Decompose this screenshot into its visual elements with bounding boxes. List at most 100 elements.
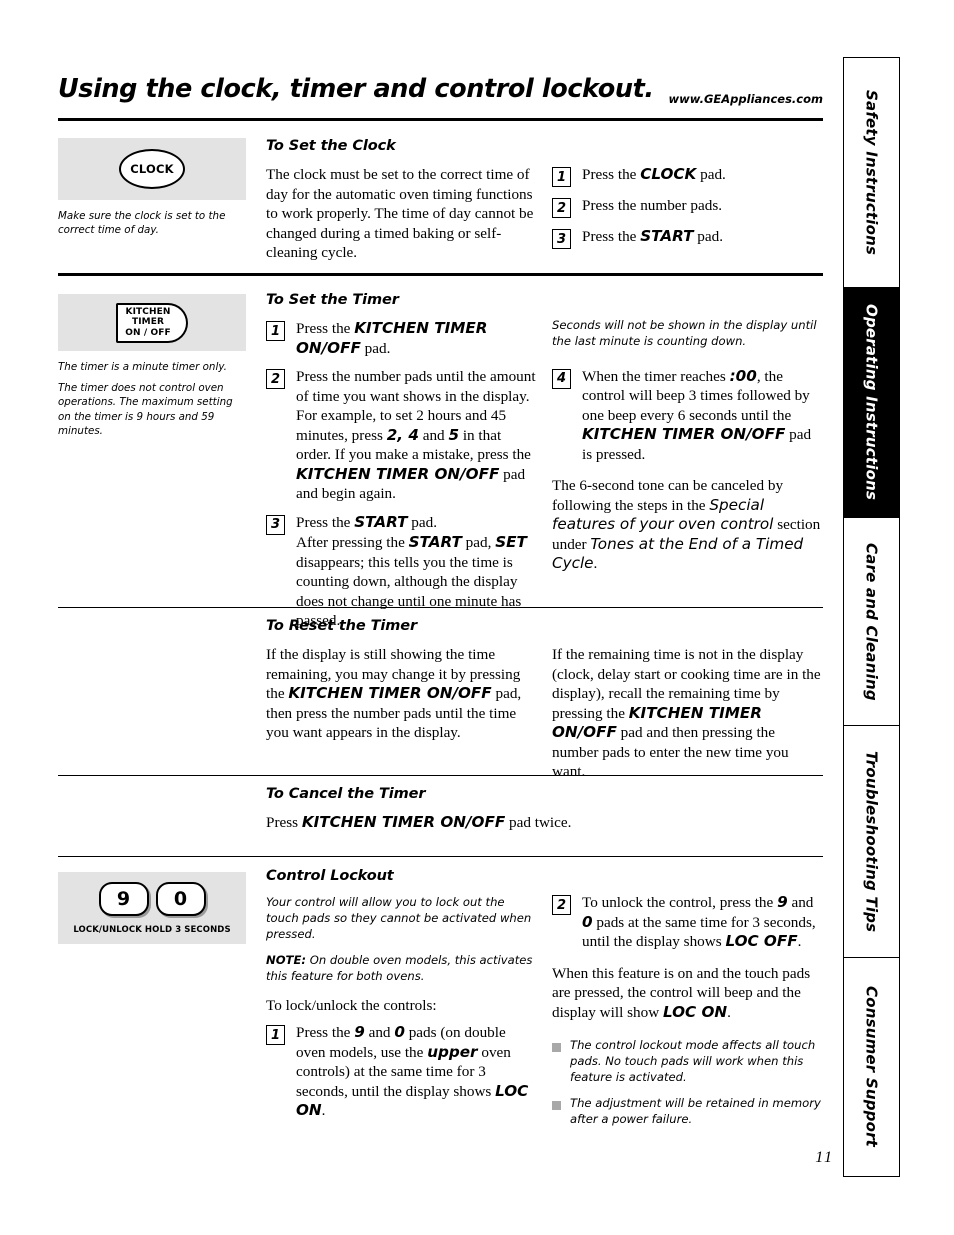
- kitchen-timer-pad-box: KITCHEN TIMER ON / OFF: [58, 294, 246, 351]
- step-number: 2: [552, 895, 571, 915]
- lockout1-emph-upper: upper: [427, 1042, 478, 1061]
- note-a: After pressing the: [296, 534, 409, 552]
- step-number: 3: [266, 514, 285, 535]
- clock-section-body: The clock must be set to the correct tim…: [266, 166, 534, 262]
- section-divider-3: [58, 775, 823, 776]
- step-emphasis: START: [640, 227, 694, 245]
- lockout-section-right: 2 To unlock the control, press the 9 and…: [552, 893, 824, 1139]
- lockout1-a: Press the: [296, 1024, 355, 1042]
- lockout-pad-caption: LOCK/UNLOCK HOLD 3 SECONDS: [73, 924, 231, 935]
- tab-label: Safety Instructions: [862, 89, 881, 256]
- number-pad-9[interactable]: 9: [98, 881, 149, 916]
- tone-note-emphasis-2: Tones at the End of a Timed Cycle: [552, 534, 804, 573]
- kitchen-timer-label-line3: ON / OFF: [125, 327, 171, 338]
- step-text-post: pad.: [693, 228, 723, 245]
- lockout2-emph-0: 0: [582, 912, 593, 931]
- step-emphasis-1: :00: [729, 366, 757, 385]
- kitchen-timer-pad-button[interactable]: KITCHEN TIMER ON / OFF: [116, 302, 188, 343]
- lockout2-emph-9: 9: [777, 893, 788, 911]
- lockout-bullet-1: The control lockout mode affects all tou…: [552, 1038, 824, 1085]
- step-number: 2: [552, 198, 571, 218]
- step-number: 1: [552, 167, 571, 187]
- lockout1-c: and: [364, 1024, 395, 1042]
- timer-tone-note: The 6-second tone can be canceled by fol…: [552, 476, 824, 574]
- step-number: 1: [266, 321, 285, 341]
- clock-pad-button[interactable]: CLOCK: [119, 149, 185, 189]
- square-bullet-icon: [552, 1101, 561, 1111]
- clock-pad-box: CLOCK: [58, 138, 246, 200]
- timer-step-3-note: After pressing the START pad, SET disapp…: [296, 533, 538, 631]
- step-text-a: When the timer reaches: [582, 367, 730, 385]
- timer-step-2: 2 Press the number pads until the amount…: [266, 367, 538, 504]
- step-text: Press the START pad.: [582, 227, 824, 247]
- step-emphasis-1: 2, 4: [386, 425, 419, 444]
- lockout2-emph-locoff: LOC OFF: [725, 932, 798, 951]
- step-emphasis: START: [354, 512, 408, 531]
- lockout-note-text: On double oven models, this activates th…: [266, 953, 533, 984]
- after-note-emphasis: LOC ON: [662, 1002, 728, 1021]
- clock-section-text: To Set the Clock The clock must be set t…: [266, 138, 538, 274]
- step-number: 1: [266, 1025, 285, 1046]
- reset-section-left: To Reset the Timer If the display is sti…: [266, 618, 538, 754]
- lockout-pad-art: 9 0 LOCK/UNLOCK HOLD 3 SECONDS: [58, 872, 250, 944]
- tab-label: Operating Instructions: [862, 304, 881, 501]
- step-text-a: Press the: [296, 320, 355, 337]
- reset-section-heading: To Reset the Timer: [266, 618, 418, 634]
- bullet-text: The control lockout mode affects all tou…: [570, 1038, 816, 1084]
- bullet-text: The adjustment will be retained in memor…: [570, 1096, 821, 1127]
- lockout2-c: and: [787, 894, 814, 911]
- step-text-c: pad.: [407, 513, 437, 531]
- lockout-section-heading: Control Lockout: [266, 868, 394, 884]
- kitchen-timer-label-line2: TIMER: [131, 317, 165, 328]
- timer-right-note: Seconds will not be shown in the display…: [552, 318, 817, 348]
- timer-side-note-1: The timer is a minute timer only.: [58, 361, 227, 373]
- note-c: pad,: [461, 534, 496, 552]
- lockout-intro: Your control will allow you to lock out …: [266, 895, 532, 941]
- manual-page: Using the clock, timer and control locko…: [0, 0, 954, 1235]
- sidebar-item-troubleshooting-tips[interactable]: Troubleshooting Tips: [843, 725, 900, 957]
- number-pad-0[interactable]: 0: [155, 881, 206, 916]
- reset-section-right-body: If the remaining time is not in the disp…: [552, 645, 824, 782]
- step-text-pre: Press the: [582, 166, 641, 183]
- step-emphasis-3: KITCHEN TIMER ON/OFF: [296, 464, 500, 483]
- step-text-post: pad.: [696, 166, 726, 183]
- reset-section-left-body: If the display is still showing the time…: [266, 645, 538, 743]
- website-url: www.GEAppliances.com: [668, 92, 823, 106]
- step-text: When the timer reaches :00, the control …: [582, 367, 824, 465]
- section-tabs: Safety Instructions Operating Instructio…: [843, 57, 900, 1177]
- clock-pad-art: CLOCK Make sure the clock is set to the …: [58, 138, 250, 237]
- sidebar-item-safety-instructions[interactable]: Safety Instructions: [843, 57, 900, 287]
- reset-section-right: If the remaining time is not in the disp…: [552, 645, 824, 793]
- step-emphasis-2: 5: [448, 425, 460, 444]
- step-number: 3: [552, 229, 571, 249]
- step-text: Press the 9 and 0 pads (on double oven m…: [296, 1023, 538, 1121]
- lockout-pad-row: 9 0: [98, 881, 206, 916]
- timer-section-heading: To Set the Timer: [266, 292, 399, 308]
- note-emphasis-1: START: [408, 533, 462, 552]
- lockout-lead-in: To lock/unlock the controls:: [266, 996, 437, 1014]
- step-number: 2: [266, 369, 285, 390]
- lockout-section-left: Control Lockout Your control will allow …: [266, 868, 538, 1130]
- cancel-emphasis: KITCHEN TIMER ON/OFF: [301, 813, 506, 831]
- clock-step-3: 3 Press the START pad.: [552, 227, 824, 249]
- step-text-c: and: [418, 426, 449, 444]
- clock-step-1: 1 Press the CLOCK pad.: [552, 165, 824, 187]
- clock-side-note: Make sure the clock is set to the correc…: [58, 210, 226, 237]
- step-emphasis-2: KITCHEN TIMER ON/OFF: [582, 425, 786, 444]
- step-text: Press the CLOCK pad.: [582, 165, 824, 185]
- clock-steps-list: 1 Press the CLOCK pad. 2 Press the numbe…: [552, 165, 824, 258]
- step-text: Press the KITCHEN TIMER ON/OFF pad.: [296, 319, 538, 358]
- lockout-note: NOTE: On double oven models, this activa…: [266, 953, 538, 985]
- page-title: Using the clock, timer and control locko…: [58, 74, 654, 104]
- lockout-note-label: NOTE:: [266, 953, 307, 968]
- sidebar-item-care-and-cleaning[interactable]: Care and Cleaning: [843, 517, 900, 725]
- tone-note-e: .: [593, 555, 598, 573]
- lockout1-emph-0: 0: [394, 1023, 405, 1042]
- step-text-pre: Press the: [582, 228, 641, 245]
- step-text: To unlock the control, press the 9 and 0…: [582, 893, 824, 952]
- step-text: Press the number pads until the amount o…: [296, 367, 538, 504]
- sidebar-item-operating-instructions[interactable]: Operating Instructions: [843, 287, 900, 517]
- sidebar-item-consumer-support[interactable]: Consumer Support: [843, 957, 900, 1177]
- timer-step-4: 4 When the timer reaches :00, the contro…: [552, 367, 824, 465]
- cancel-section: To Cancel the Timer Press KITCHEN TIMER …: [266, 786, 686, 844]
